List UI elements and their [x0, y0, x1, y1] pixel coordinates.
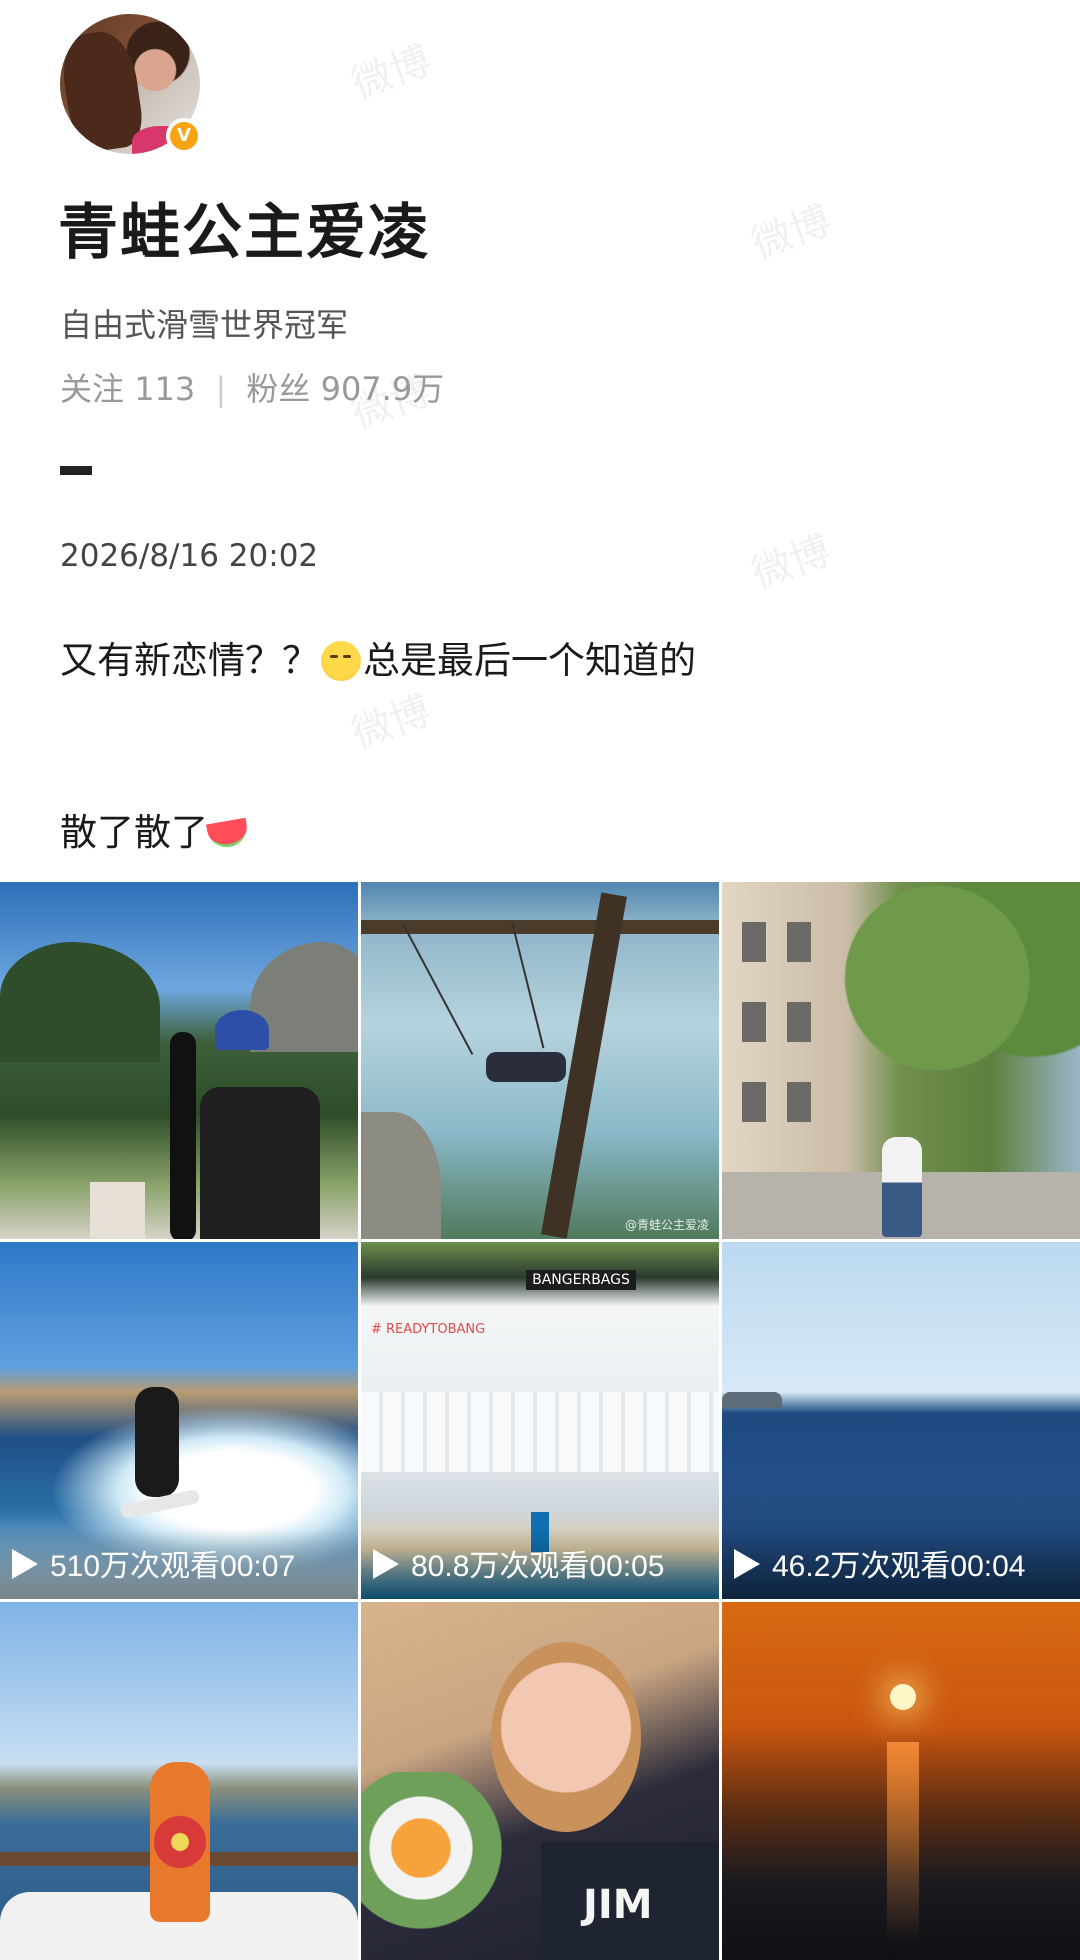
verified-badge-icon: V	[166, 118, 202, 154]
watermark-text: 微博	[345, 687, 437, 759]
video-duration: 00:04	[950, 1550, 1026, 1583]
play-icon[interactable]	[373, 1549, 399, 1579]
media-video-open-sea[interactable]: 46.2万次观看00:04	[722, 1242, 1080, 1599]
video-meta: 510万次观看00:07	[50, 1541, 295, 1585]
media-photo-paris-street[interactable]	[722, 882, 1080, 1239]
followers-count[interactable]: 907.9万	[321, 370, 445, 408]
island-shape	[722, 1392, 782, 1408]
hashtag-text: # READYTOBANG	[371, 1322, 486, 1337]
person-shape	[882, 1137, 922, 1237]
post-text-line2: 散了散了	[60, 802, 250, 856]
play-icon[interactable]	[12, 1549, 38, 1579]
video-meta: 46.2万次观看00:04	[772, 1541, 1025, 1585]
face-shape	[491, 1642, 641, 1832]
flowers-shape	[361, 1772, 511, 1960]
video-views: 46.2万次观看	[772, 1550, 951, 1583]
media-photo-ski-jump[interactable]	[0, 882, 358, 1239]
profile-name[interactable]: 青蛙公主爱凌	[58, 184, 430, 271]
mountain-shape	[0, 942, 160, 1062]
watermark-text: 微博	[345, 37, 437, 109]
video-duration: 00:05	[589, 1550, 665, 1583]
bangerbags-sign: BANGERBAGS	[526, 1270, 636, 1290]
video-meta: 80.8万次观看00:05	[411, 1541, 664, 1585]
window-shape	[742, 922, 766, 962]
followers-label[interactable]: 粉丝	[246, 370, 310, 408]
airbag-shape	[361, 1392, 719, 1472]
watermark-text: 微博	[745, 527, 837, 599]
shirt-text: JIM	[583, 1882, 653, 1928]
jersey-shape	[200, 1087, 320, 1239]
image-watermark: @青蛙公主爱凌	[624, 1218, 709, 1232]
video-duration: 00:07	[220, 1550, 296, 1583]
media-photo-lake-swing[interactable]: @青蛙公主爱凌	[361, 882, 719, 1239]
following-label[interactable]: 关注	[60, 370, 124, 408]
cliff-shape	[361, 1112, 441, 1239]
post-text-part1: 又有新恋情？？	[60, 639, 319, 682]
video-views: 80.8万次观看	[411, 1550, 590, 1583]
smirk-face-icon	[321, 641, 361, 681]
ski-shape	[170, 1032, 196, 1239]
rope-shape	[401, 921, 474, 1055]
rope-shape	[511, 921, 545, 1049]
profile-stats: 关注 113 | 粉丝 907.9万	[60, 364, 444, 410]
play-icon[interactable]	[734, 1549, 760, 1579]
video-views: 510万次观看	[50, 1550, 221, 1583]
stats-divider: |	[215, 370, 227, 408]
dress-shape	[150, 1762, 210, 1922]
helmet-shape	[215, 1010, 269, 1050]
beam-shape	[361, 920, 719, 934]
following-count[interactable]: 113	[134, 370, 195, 408]
watermelon-icon	[206, 817, 250, 851]
trees-shape	[842, 882, 1080, 1122]
media-photo-boat[interactable]	[0, 1602, 358, 1960]
section-divider	[60, 466, 92, 475]
post-text-part3: 散了散了	[60, 811, 208, 854]
post-text-line1: 又有新恋情？？ 总是最后一个知道的	[60, 630, 696, 684]
watermark-text: 微博	[745, 197, 837, 269]
post-text-part2: 总是最后一个知道的	[363, 639, 696, 682]
swing-rider-shape	[486, 1052, 566, 1082]
media-video-wakesurf[interactable]: 510万次观看00:07	[0, 1242, 358, 1599]
reflection-shape	[887, 1742, 919, 1942]
media-grid: @青蛙公主爱凌 510万次观看00:07 BANGERBAGS # READYT…	[0, 882, 1080, 1960]
media-video-airbag[interactable]: BANGERBAGS # READYTOBANG 80.8万次观看00:05	[361, 1242, 719, 1599]
media-photo-sunset[interactable]	[722, 1602, 1080, 1960]
media-photo-selfie[interactable]: JIM	[361, 1602, 719, 1960]
ramp-shape	[90, 1182, 145, 1239]
surfer-shape	[135, 1387, 179, 1497]
sun-shape	[890, 1684, 916, 1710]
post-timestamp: 2026/8/16 20:02	[60, 538, 319, 574]
profile-bio: 自由式滑雪世界冠军	[60, 306, 349, 344]
